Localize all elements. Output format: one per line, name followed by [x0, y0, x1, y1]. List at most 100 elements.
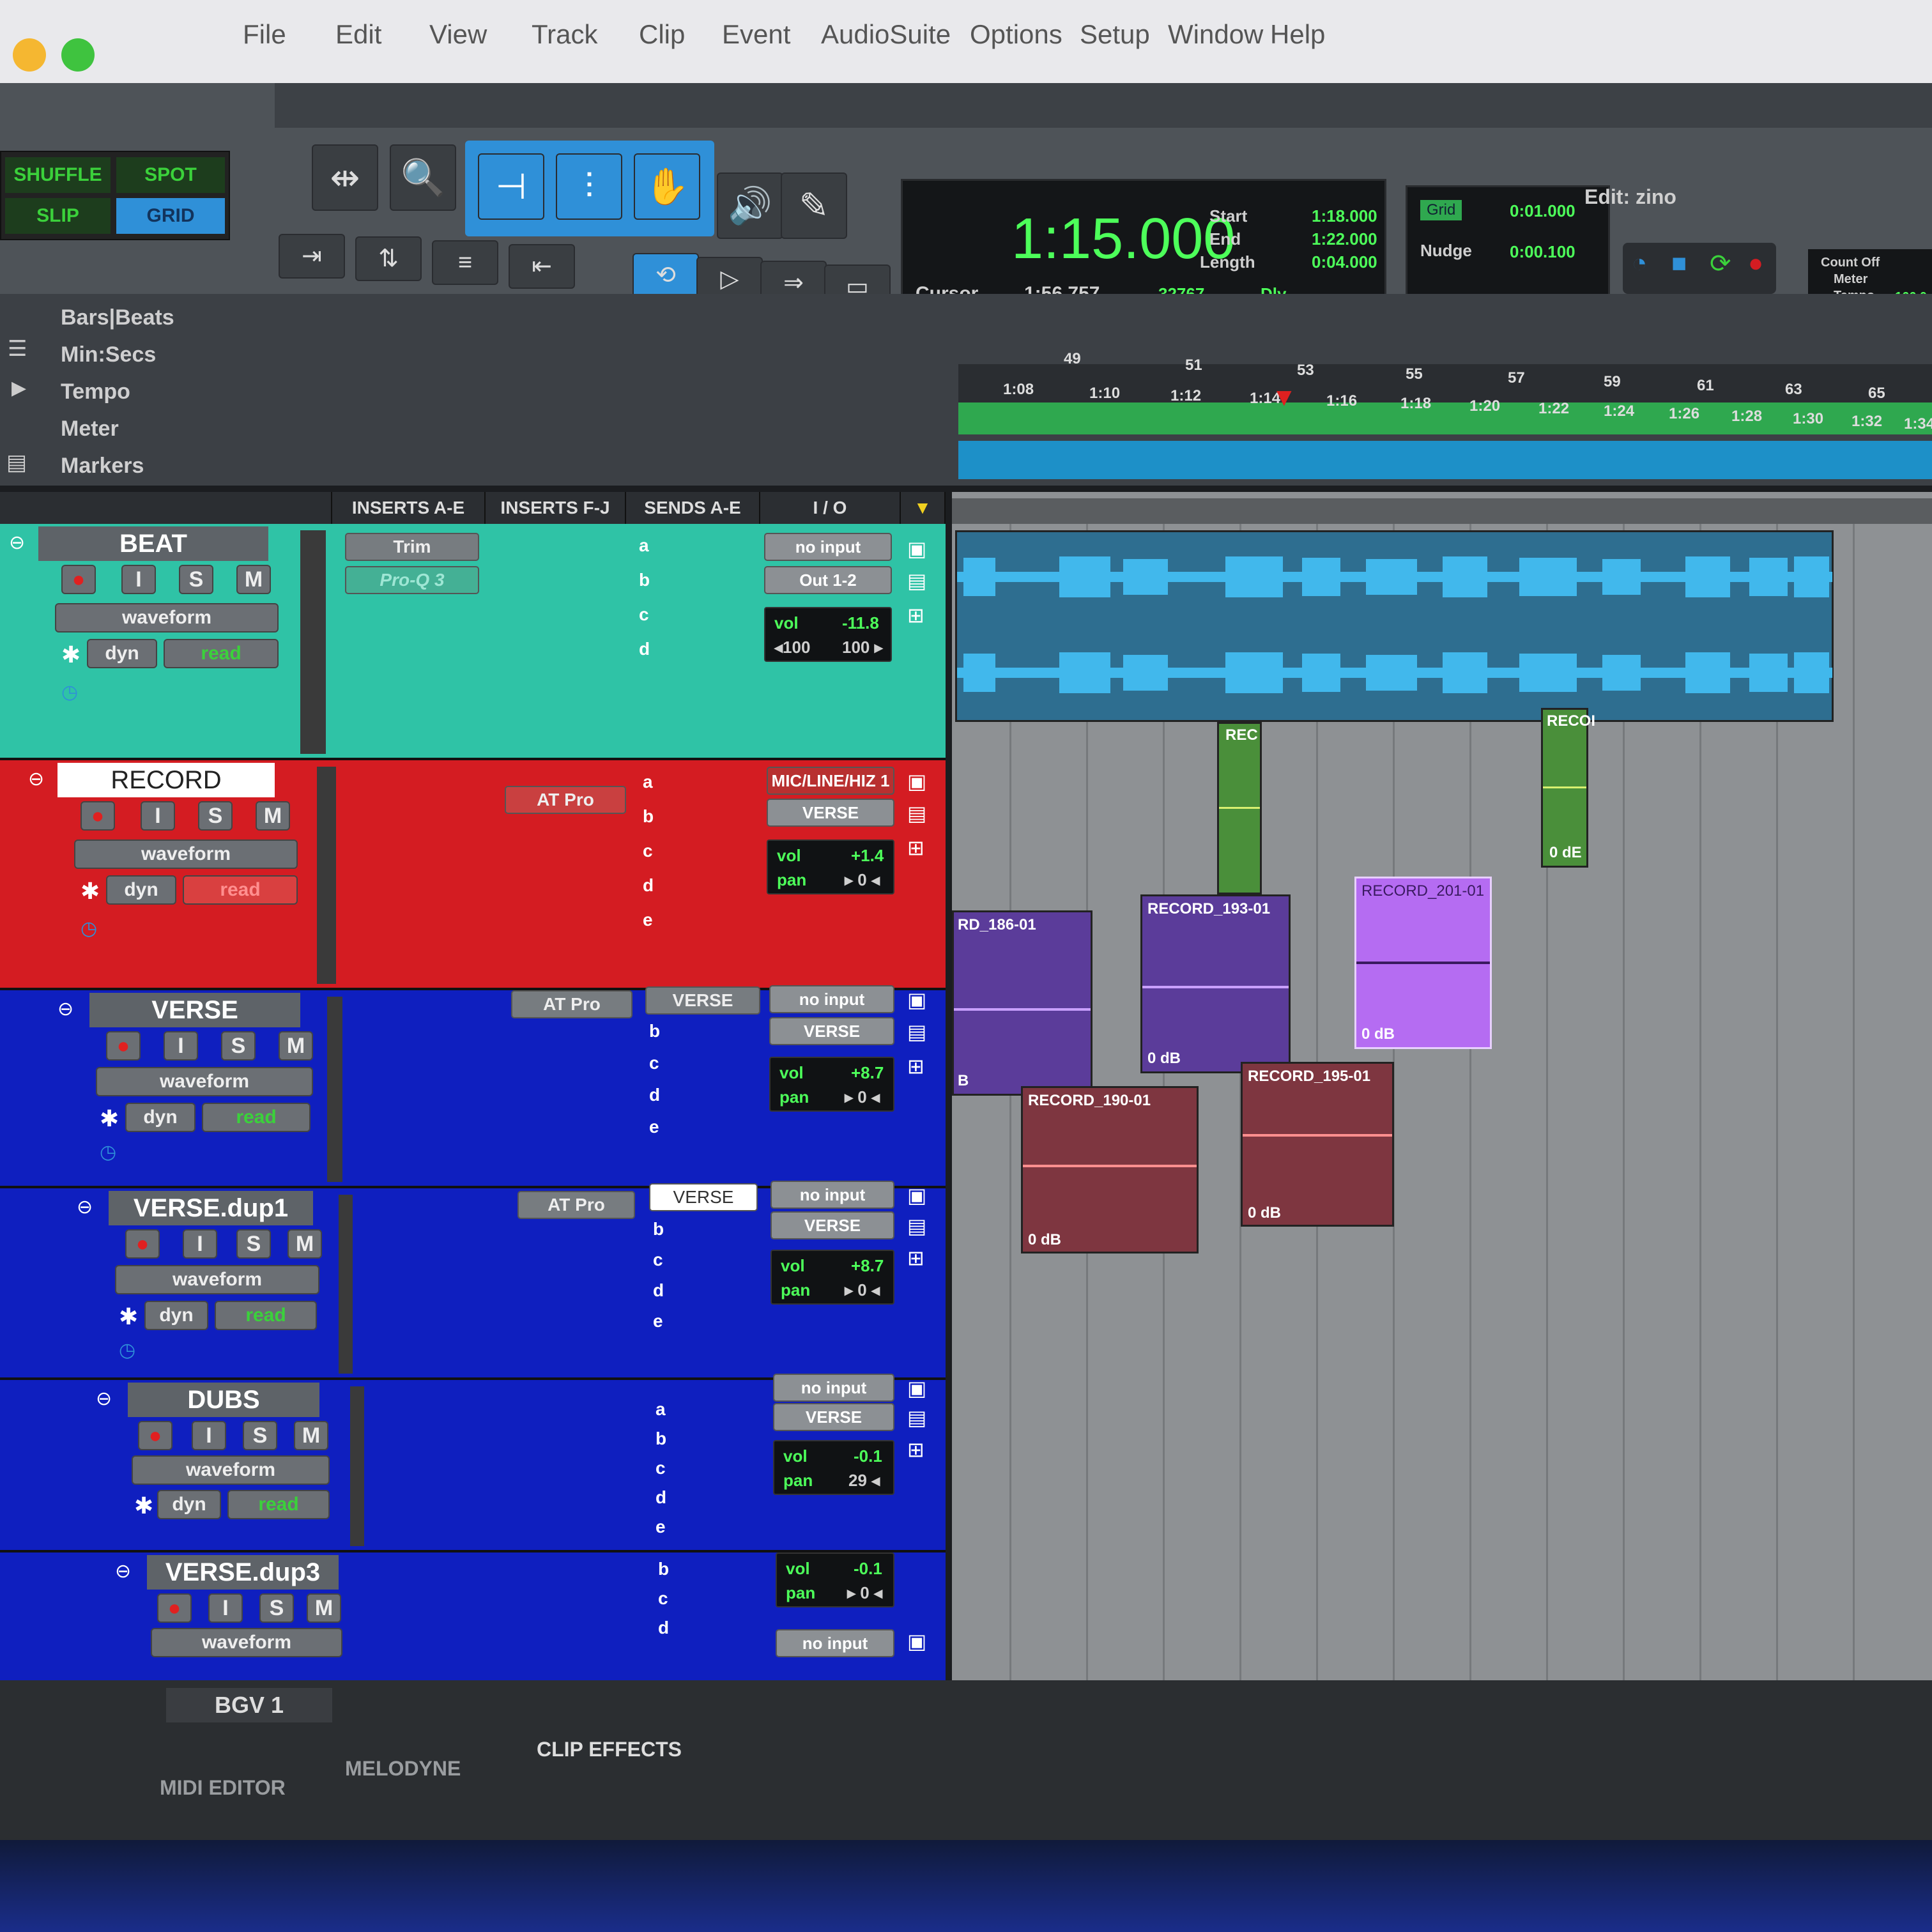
playhead-marker-icon[interactable]: ▼: [1271, 383, 1297, 412]
io-list-icon[interactable]: ▤: [907, 1020, 926, 1044]
input-selector[interactable]: no input: [769, 985, 894, 1013]
ruler-menu-icon[interactable]: ☰: [8, 336, 27, 362]
clip-record-195[interactable]: RECORD_195-01 0 dB: [1241, 1062, 1394, 1227]
view-selector[interactable]: waveform: [74, 839, 298, 869]
loop-icon[interactable]: ⟳: [1710, 249, 1731, 279]
send-e[interactable]: e: [643, 910, 653, 930]
add-io-icon[interactable]: ⊞: [907, 1054, 924, 1078]
send-a[interactable]: VERSE: [645, 986, 760, 1015]
send-c[interactable]: c: [658, 1588, 668, 1609]
send-c[interactable]: c: [639, 604, 649, 625]
solo-button[interactable]: S: [179, 565, 213, 594]
menu-clip[interactable]: Clip: [639, 19, 685, 50]
minimize-dot[interactable]: [13, 38, 46, 72]
send-d[interactable]: d: [653, 1280, 664, 1301]
mute-button[interactable]: M: [256, 801, 290, 831]
menu-view[interactable]: View: [429, 19, 487, 50]
track-name[interactable]: VERSE.dup1: [109, 1191, 313, 1225]
pan-value[interactable]: ▸ 0 ◂: [847, 1583, 882, 1603]
send-e[interactable]: e: [649, 1117, 659, 1137]
io-list-icon[interactable]: ▤: [907, 801, 926, 825]
midi-editor-tab[interactable]: MIDI EDITOR: [160, 1776, 286, 1800]
dyn-button[interactable]: dyn: [144, 1301, 208, 1330]
solo-button[interactable]: S: [243, 1421, 277, 1450]
marker-bar[interactable]: [958, 441, 1932, 479]
length-value[interactable]: 0:04.000: [1312, 252, 1377, 272]
inserts-ae-header[interactable]: INSERTS A-E: [332, 492, 486, 524]
end-value[interactable]: 1:22.000: [1312, 229, 1377, 249]
track-collapse-icon[interactable]: ⊖: [115, 1560, 131, 1583]
pan-value[interactable]: ▸ 0 ◂: [845, 870, 880, 890]
dyn-button[interactable]: dyn: [87, 639, 157, 668]
automation-mode[interactable]: read: [164, 639, 279, 668]
track-collapse-icon[interactable]: ⊖: [96, 1388, 112, 1410]
track-collapse-icon[interactable]: ⊖: [57, 998, 73, 1020]
view-selector[interactable]: waveform: [55, 603, 279, 632]
clip-record-201[interactable]: RECORD_201-01 0 dB: [1354, 877, 1492, 1049]
record-clip-1[interactable]: REC: [1217, 722, 1262, 894]
send-c[interactable]: c: [653, 1250, 663, 1270]
send-a[interactable]: a: [643, 772, 653, 792]
track-height-icon[interactable]: ⇅: [355, 236, 422, 281]
record-enable-icon[interactable]: ●: [1748, 249, 1763, 278]
scrubber-tool-icon[interactable]: 🔊: [717, 172, 783, 239]
input-selector[interactable]: no input: [764, 533, 892, 561]
clip-record-193[interactable]: RECORD_193-01 0 dB: [1140, 894, 1291, 1073]
timebase-icon[interactable]: ◷: [80, 917, 97, 940]
vol-value[interactable]: -11.8: [842, 613, 879, 633]
input-selector[interactable]: no input: [773, 1374, 894, 1402]
pan-left-value[interactable]: ◂100: [774, 638, 810, 657]
input-monitor-button[interactable]: I: [183, 1229, 217, 1259]
sends-ae-header[interactable]: SENDS A-E: [626, 492, 760, 524]
freeze-icon[interactable]: ✱: [134, 1492, 153, 1519]
io-header[interactable]: I / O: [760, 492, 901, 524]
output-window-icon[interactable]: ▣: [907, 1629, 926, 1653]
stop-icon[interactable]: ■: [1671, 249, 1687, 278]
send-c[interactable]: c: [649, 1053, 659, 1073]
melodyne-tab[interactable]: MELODYNE: [345, 1757, 461, 1781]
record-clip-2[interactable]: RECOI 0 dE: [1541, 708, 1595, 868]
spot-mode[interactable]: SPOT: [116, 157, 225, 193]
track-name[interactable]: BEAT: [38, 526, 268, 561]
menu-track[interactable]: Track: [532, 19, 597, 50]
slip-mode[interactable]: SLIP: [5, 198, 111, 234]
insert-f[interactable]: AT Pro: [511, 990, 632, 1018]
menu-edit[interactable]: Edit: [335, 19, 381, 50]
record-arm-button[interactable]: ●: [138, 1421, 172, 1450]
insert-f[interactable]: AT Pro: [518, 1191, 635, 1219]
dyn-button[interactable]: dyn: [106, 875, 176, 905]
output-window-icon[interactable]: ▣: [907, 537, 926, 561]
pan-value[interactable]: ▸ 0 ◂: [845, 1087, 880, 1107]
clip-effects-tab[interactable]: CLIP EFFECTS: [537, 1738, 682, 1761]
track-name[interactable]: RECORD: [57, 763, 275, 797]
start-value[interactable]: 1:18.000: [1312, 206, 1377, 226]
add-io-icon[interactable]: ⊞: [907, 1438, 924, 1462]
output-window-icon[interactable]: ▣: [907, 1183, 926, 1208]
track-bgv1-name[interactable]: BGV 1: [166, 1688, 332, 1722]
timebase-icon[interactable]: ◷: [100, 1141, 116, 1163]
mute-button[interactable]: M: [279, 1031, 313, 1061]
zoom-toggle-icon[interactable]: ⇥: [279, 234, 345, 279]
record-arm-button[interactable]: ●: [61, 565, 96, 594]
send-a[interactable]: a: [639, 535, 649, 556]
send-c[interactable]: c: [643, 841, 653, 861]
io-list-icon[interactable]: ▤: [907, 1406, 926, 1430]
automation-mode[interactable]: read: [227, 1490, 330, 1519]
vol-value[interactable]: +8.7: [851, 1256, 884, 1276]
view-selector[interactable]: waveform: [96, 1067, 313, 1096]
clip-rd-186[interactable]: RD_186-01 B: [952, 910, 1092, 1096]
add-io-icon[interactable]: ⊞: [907, 836, 924, 860]
mute-button[interactable]: M: [294, 1421, 328, 1450]
add-io-icon[interactable]: ⊞: [907, 603, 924, 627]
vol-value[interactable]: -0.1: [854, 1446, 882, 1466]
inserts-fj-header[interactable]: INSERTS F-J: [486, 492, 626, 524]
clip-record-190[interactable]: RECORD_190-01 0 dB: [1021, 1086, 1199, 1254]
add-io-icon[interactable]: ⊞: [907, 1246, 924, 1270]
send-a[interactable]: a: [656, 1399, 666, 1420]
mute-button[interactable]: M: [236, 565, 271, 594]
send-d[interactable]: d: [639, 639, 650, 659]
track-name[interactable]: DUBS: [128, 1383, 319, 1417]
menu-file[interactable]: File: [243, 19, 286, 50]
view-selector[interactable]: waveform: [115, 1265, 319, 1294]
dyn-button[interactable]: dyn: [125, 1103, 195, 1132]
